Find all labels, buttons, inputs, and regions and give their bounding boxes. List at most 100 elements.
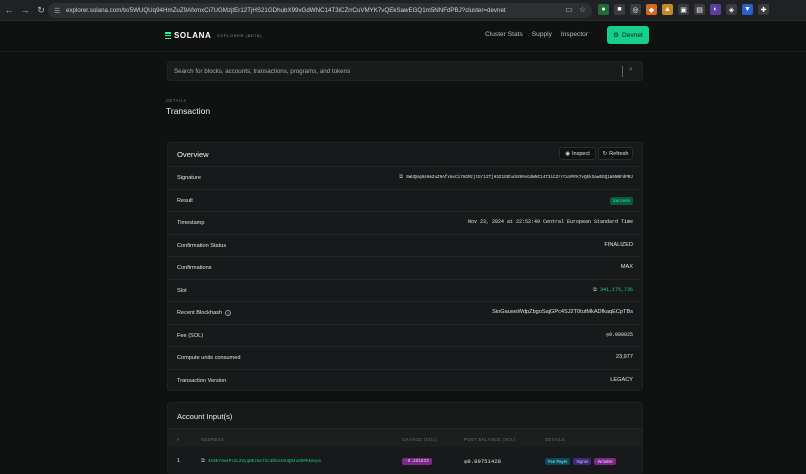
nav-cluster-stats[interactable]: Cluster Stats: [485, 31, 523, 38]
row-confirmations: Confirmations MAX: [168, 257, 642, 280]
inspect-button[interactable]: ◉ Inspect: [559, 147, 596, 160]
copy-icon[interactable]: ⧉: [593, 287, 597, 294]
account-inputs-title: Account Input(s): [177, 412, 233, 421]
row-label: Result: [177, 197, 193, 204]
site-info-icon[interactable]: ☰: [54, 7, 62, 15]
inspect-label: Inspect: [572, 150, 590, 157]
row-label: Confirmation Status: [177, 242, 227, 249]
row-label: Timestamp: [177, 220, 205, 226]
copy-icon[interactable]: ⧉: [201, 458, 205, 465]
extension-icon[interactable]: ◆: [646, 4, 657, 15]
refresh-label: Refresh: [609, 150, 629, 157]
main-nav: Cluster Stats Supply Inspector: [485, 31, 588, 38]
row-label: Recent Blockhash ?: [177, 310, 232, 316]
row-transaction-version: Transaction Version LEGACY: [168, 370, 642, 393]
row-value: ⧉ 5WUQUq94HmZuZ9AfxmxCi7UGMzjtEr12TjHS21…: [399, 174, 633, 181]
timestamp-value: Nov 23, 2024 at 22:52:49 Central Europea…: [467, 219, 633, 225]
address-bar[interactable]: ☰ explorer.solana.com/tx/5WUQUq94HmZuZ9A…: [48, 3, 592, 18]
row-slot: Slot ⧉ 341,175,736: [168, 280, 642, 302]
copy-icon[interactable]: ⧉: [399, 174, 403, 181]
row-compute-units: Compute units consumed 23,977: [168, 347, 642, 370]
search-icon[interactable]: ⌕: [629, 66, 633, 74]
url-text: explorer.solana.com/tx/5WUQUq94HmZuZ9Afx…: [66, 7, 506, 14]
nav-supply[interactable]: Supply: [532, 31, 552, 38]
row-signature: Signature ⧉ 5WUQUq94HmZuZ9AfxmxCi7UGMzjt…: [168, 167, 642, 190]
column-header: ADDRESS: [201, 437, 225, 442]
table-header: # ADDRESS CHANGE (SOL) POST BALANCE (SOL…: [168, 428, 642, 447]
row-index: 1: [177, 458, 181, 464]
overview-title: Overview: [177, 150, 209, 159]
forward-icon[interactable]: →: [18, 3, 32, 17]
cluster-select-button[interactable]: ⚙ Devnet: [607, 26, 649, 44]
extension-icon[interactable]: ●: [598, 4, 609, 15]
row-label-text: Recent Blockhash: [177, 310, 223, 316]
browser-toolbar: ← → ↻ ☰ explorer.solana.com/tx/5WUQUq94H…: [0, 0, 806, 21]
extension-icon[interactable]: ◈: [726, 4, 737, 15]
row-label: Confirmations: [177, 265, 212, 271]
bookmark-star-icon[interactable]: ☆: [579, 5, 586, 14]
extension-icon[interactable]: ◐: [710, 4, 721, 15]
gear-icon: ⚙: [613, 32, 619, 39]
extension-icon[interactable]: ▣: [678, 4, 689, 15]
row-label: Fee (SOL): [177, 332, 204, 339]
details-label: DETAILS: [166, 98, 187, 103]
row-fee: Fee (SOL) ◎0.000025: [168, 325, 642, 347]
cast-icon[interactable]: ▭: [565, 5, 573, 14]
cluster-label: Devnet: [622, 31, 643, 39]
site-header: SOLANA EXPLORER (BETA) Cluster Stats Sup…: [0, 21, 806, 52]
row-label: Signature: [177, 175, 201, 181]
slot-link[interactable]: 341,175,736: [600, 287, 633, 293]
row-label: Slot: [177, 287, 187, 294]
column-header: POST BALANCE (SOL): [464, 437, 516, 442]
page-title: Transaction: [166, 106, 211, 116]
row-timestamp: Timestamp Nov 23, 2024 at 22:52:49 Centr…: [168, 212, 642, 235]
column-header: CHANGE (SOL): [402, 437, 438, 442]
extension-icon[interactable]: ◎: [630, 4, 641, 15]
details-cell: Fee Payer Signer Writable: [545, 458, 616, 465]
reload-icon[interactable]: ↻: [34, 3, 48, 17]
row-value: Success: [609, 196, 633, 205]
solana-mark-icon: [165, 32, 171, 39]
fee-value: ◎0.000025: [605, 331, 633, 338]
extensions-bar: ● ■ ◎ ◆ ▲ ▣ ▤ ◐ ◈ ▼ ✚: [598, 4, 769, 15]
change-cell: -0.281633: [402, 458, 432, 465]
signer-badge: Signer: [573, 458, 592, 465]
overview-card: Overview ◉ Inspect ↻ Refresh Signature ⧉…: [167, 142, 643, 391]
address-link[interactable]: 4e5KYsW4Ps2L2UyqmEzmx72L3bhn3vUQH4uSHPHk…: [208, 459, 321, 464]
row-result: Result Success: [168, 190, 642, 212]
back-icon[interactable]: ←: [2, 3, 16, 17]
help-icon[interactable]: ?: [225, 310, 232, 316]
inspect-icon: ◉: [565, 150, 571, 157]
refresh-button[interactable]: ↻ Refresh: [598, 147, 633, 160]
extensions-puzzle-icon[interactable]: ✚: [758, 4, 769, 15]
extension-icon[interactable]: ■: [614, 4, 625, 15]
logo-subtitle: EXPLORER (BETA): [217, 33, 263, 38]
blockhash-value: SioGauwsWdpZbgoSajGPc4SJ2T0tutMkADfkaqEC…: [492, 309, 633, 315]
compute-units-value: 23,977: [615, 354, 633, 360]
search-input[interactable]: [174, 67, 614, 75]
row-confirmation-status: Confirmation Status FINALIZED: [168, 235, 642, 257]
extension-icon[interactable]: ▤: [694, 4, 705, 15]
row-label: Compute units consumed: [177, 355, 241, 361]
confirmations-value: MAX: [620, 264, 633, 270]
solana-logo[interactable]: SOLANA EXPLORER (BETA): [165, 31, 262, 40]
row-value: ⧉ 341,175,736: [593, 287, 633, 294]
confirmation-status-value: FINALIZED: [604, 241, 633, 248]
extension-icon[interactable]: ▼: [742, 4, 753, 15]
logo-text: SOLANA: [174, 31, 212, 40]
nav-inspector[interactable]: Inspector: [561, 31, 588, 38]
extension-icon[interactable]: ▲: [662, 4, 673, 15]
change-badge: -0.281633: [402, 458, 432, 465]
post-balance-value: ◎9.89751428: [464, 458, 501, 465]
search-bar: ⌕: [167, 61, 643, 81]
refresh-icon: ↻: [602, 150, 608, 157]
search-divider: [622, 66, 623, 77]
account-inputs-card: Account Input(s) # ADDRESS CHANGE (SOL) …: [167, 402, 643, 474]
column-header: DETAILS: [545, 437, 565, 442]
row-recent-blockhash: Recent Blockhash ? SioGauwsWdpZbgoSajGPc…: [168, 302, 642, 325]
overview-header: Overview ◉ Inspect ↻ Refresh: [168, 143, 642, 167]
signature-value: 5WUQUq94HmZuZ9AfxmxCi7UGMzjtEr12TjHS21GD…: [406, 175, 633, 180]
header-divider: [0, 51, 806, 52]
fee-payer-badge: Fee Payer: [545, 458, 571, 465]
transaction-version-value: LEGACY: [610, 376, 633, 383]
